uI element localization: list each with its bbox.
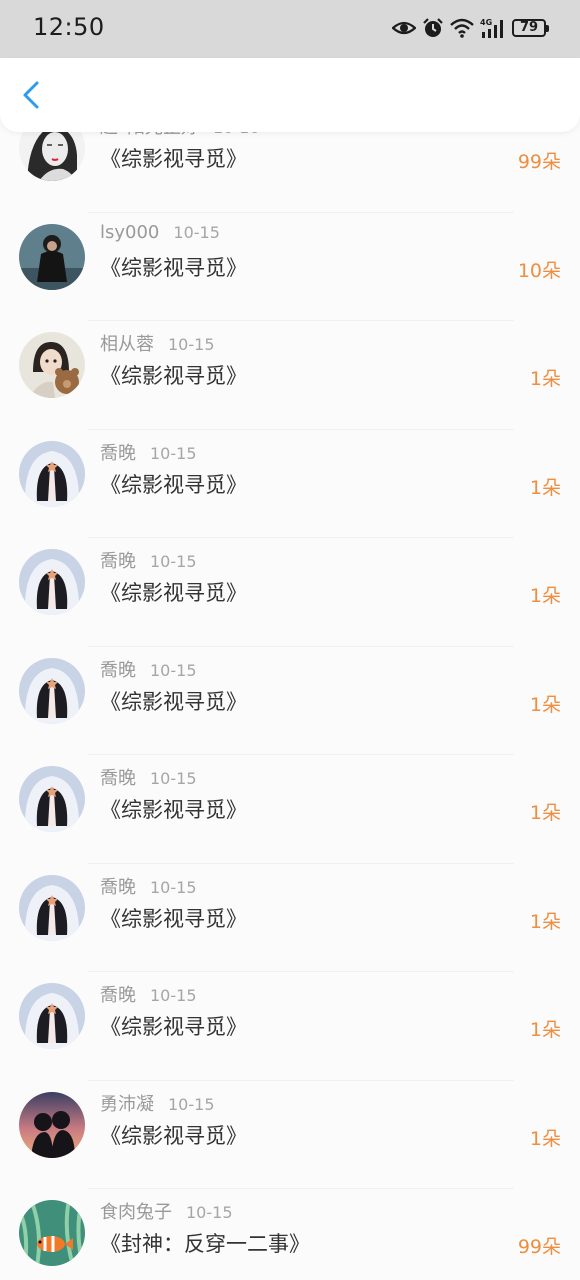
flower-count: 10朵 <box>517 259 561 282</box>
book-title[interactable]: 《综影视寻觅》 <box>100 1120 247 1150</box>
list-item[interactable]: 喬晚 10-15 《综影视寻觅》 1朵 <box>0 538 580 647</box>
username: 喬晚 <box>100 551 136 572</box>
user-meta: 勇沛凝 10-15 <box>100 1090 215 1116</box>
user-meta: 喬晚 10-15 <box>100 547 197 573</box>
avatar[interactable] <box>19 332 85 398</box>
date: 10-15 <box>150 769 197 788</box>
battery-icon: 79 <box>512 19 549 37</box>
list-item[interactable]: 喬晚 10-15 《综影视寻觅》 1朵 <box>0 430 580 539</box>
avatar[interactable] <box>19 1200 85 1266</box>
user-meta: 喬晚 10-15 <box>100 981 197 1007</box>
username: lsy000 <box>100 221 160 243</box>
list-item[interactable]: 趁*阳光正好 10-16 《综影视寻觅》 99朵 <box>0 132 580 213</box>
book-title[interactable]: 《综影视寻觅》 <box>100 1011 247 1041</box>
date: 10-15 <box>150 877 197 897</box>
avatar[interactable] <box>19 132 85 181</box>
flower-count: 1朵 <box>529 1127 561 1150</box>
list-item[interactable]: 喬晚 10-15 《综影视寻觅》 1朵 <box>0 864 580 973</box>
list-item[interactable]: lsy000 10-15 《综影视寻觅》 10朵 <box>0 213 580 322</box>
flower-count: 99朵 <box>517 151 561 173</box>
status-bar: 12:50 4G 79 <box>0 0 580 58</box>
flower-count: 1朵 <box>529 802 561 824</box>
avatar[interactable] <box>19 223 85 290</box>
status-time: 12:50 <box>33 13 105 41</box>
book-title[interactable]: 《封神：反穿一二事》 <box>100 1228 310 1258</box>
eye-icon <box>392 18 416 38</box>
book-title[interactable]: 《综影视寻觅》 <box>100 360 247 390</box>
user-meta: 趁*阳光正好 10-16 <box>100 132 260 139</box>
book-title[interactable]: 《综影视寻觅》 <box>100 686 247 716</box>
username: 喬晚 <box>100 876 136 898</box>
avatar[interactable] <box>19 1091 85 1158</box>
user-meta: 食肉兔子 10-15 <box>100 1198 233 1224</box>
flower-count: 1朵 <box>529 368 561 390</box>
book-title[interactable]: 《综影视寻觅》 <box>100 577 247 607</box>
list-content: 趁*阳光正好 10-16 《综影视寻觅》 99朵 lsy000 10-15 《综影视寻觅》 1… <box>0 132 580 1280</box>
list-item[interactable]: 相从蓉 10-15 《综影视寻觅》 1朵 <box>0 321 580 430</box>
date: 10-15 <box>150 443 197 463</box>
avatar[interactable] <box>19 874 85 941</box>
username: 喬晚 <box>100 985 136 1006</box>
username: 相从蓉 <box>100 334 154 355</box>
username: 食肉兔子 <box>100 1202 172 1223</box>
wifi-icon <box>450 18 474 38</box>
date: 10-15 <box>186 1203 233 1222</box>
nav-bar <box>0 58 580 132</box>
status-icons: 4G 79 <box>392 14 549 42</box>
user-meta: 喬晚 10-15 <box>100 873 197 899</box>
flower-count: 1朵 <box>529 585 561 607</box>
book-title[interactable]: 《综影视寻觅》 <box>100 903 247 933</box>
user-meta: 喬晚 10-15 <box>100 764 197 790</box>
avatar[interactable] <box>19 983 85 1049</box>
flower-count: 99朵 <box>517 1236 561 1258</box>
flower-count: 1朵 <box>529 476 561 499</box>
avatar[interactable] <box>19 549 85 615</box>
list-item[interactable]: 喬晚 10-15 《综影视寻觅》 1朵 <box>0 755 580 864</box>
signal-4g-icon: 4G <box>480 17 506 39</box>
date: 10-15 <box>150 660 197 680</box>
gift-record-list[interactable]: 趁*阳光正好 10-16 《综影视寻觅》 99朵 lsy000 10-15 《综影视寻觅》 1… <box>0 132 580 1280</box>
svg-text:4G: 4G <box>480 18 492 27</box>
list-item[interactable]: 喬晚 10-15 《综影视寻觅》 1朵 <box>0 972 580 1081</box>
list-item[interactable]: 勇沛凝 10-15 《综影视寻觅》 1朵 <box>0 1081 580 1190</box>
date: 10-15 <box>173 222 220 242</box>
chevron-left-icon <box>23 81 39 109</box>
list-item[interactable]: 食肉兔子 10-15 《封神：反穿一二事》 99朵 <box>0 1189 580 1280</box>
username: 喬晚 <box>100 768 136 789</box>
user-meta: lsy000 10-15 <box>100 222 220 243</box>
avatar[interactable] <box>19 657 85 724</box>
list-item[interactable]: 喬晚 10-15 《综影视寻觅》 1朵 <box>0 647 580 756</box>
flower-count: 1朵 <box>529 1019 561 1041</box>
username: 喬晚 <box>100 659 136 681</box>
alarm-icon <box>422 17 444 39</box>
date: 10-16 <box>213 132 260 137</box>
book-title[interactable]: 《综影视寻觅》 <box>100 252 247 282</box>
avatar[interactable] <box>19 766 85 832</box>
flower-count: 1朵 <box>529 910 561 933</box>
user-meta: 喬晚 10-15 <box>100 439 197 465</box>
avatar[interactable] <box>19 440 85 507</box>
back-button[interactable] <box>16 78 50 112</box>
date: 10-15 <box>150 986 197 1005</box>
username: 趁*阳光正好 <box>100 132 199 138</box>
date: 10-15 <box>150 552 197 571</box>
flower-count: 1朵 <box>529 693 561 716</box>
user-meta: 喬晚 10-15 <box>100 656 197 682</box>
date: 10-15 <box>168 335 215 354</box>
book-title[interactable]: 《综影视寻觅》 <box>100 469 247 499</box>
book-title[interactable]: 《综影视寻觅》 <box>100 794 247 824</box>
date: 10-15 <box>168 1094 215 1114</box>
user-meta: 相从蓉 10-15 <box>100 330 215 356</box>
username: 勇沛凝 <box>100 1093 154 1115</box>
book-title[interactable]: 《综影视寻觅》 <box>100 143 247 173</box>
username: 喬晚 <box>100 442 136 464</box>
